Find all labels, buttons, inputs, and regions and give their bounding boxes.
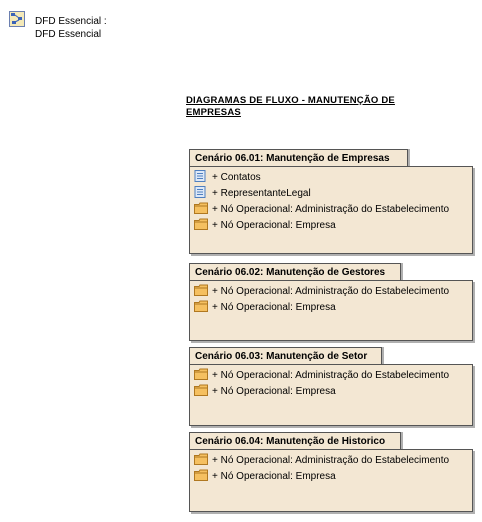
folder-icon	[194, 300, 208, 312]
list-item-label: + Nó Operacional: Administração do Estab…	[212, 370, 450, 381]
package-body: + Nó Operacional: Administração do Estab…	[189, 364, 473, 426]
package-tab: Cenário 06.03: Manutenção de Setor	[189, 347, 382, 365]
folder-icon	[194, 368, 208, 380]
list-item[interactable]: + Nó Operacional: Empresa	[190, 469, 472, 485]
folder-icon	[194, 469, 208, 481]
list-item[interactable]: + Nó Operacional: Empresa	[190, 384, 472, 400]
list-item-label: + Nó Operacional: Empresa	[212, 220, 336, 231]
list-item-label: + Nó Operacional: Administração do Estab…	[212, 204, 450, 215]
package-body: + Contatos + RepresentanteLegal + Nó Ope…	[189, 166, 473, 254]
list-item-label: + Nó Operacional: Administração do Estab…	[212, 455, 450, 466]
list-item-label: + Nó Operacional: Empresa	[212, 386, 336, 397]
package-body: + Nó Operacional: Administração do Estab…	[189, 280, 473, 341]
list-item[interactable]: + RepresentanteLegal	[190, 186, 472, 202]
root-diagram-label-line2: DFD Essencial	[35, 29, 102, 40]
list-item-label: + RepresentanteLegal	[212, 188, 311, 199]
folder-icon	[194, 218, 208, 230]
folder-icon	[194, 384, 208, 396]
root-diagram-label-line1: DFD Essencial :	[35, 16, 107, 27]
data-store-icon	[194, 186, 208, 198]
root-diagram-label[interactable]: DFD Essencial : DFD Essencial	[35, 15, 107, 41]
diagram-title: DIAGRAMAS DE FLUXO - MANUTENÇÃO DE EMPRE…	[186, 95, 395, 118]
folder-icon	[194, 284, 208, 296]
folder-icon	[194, 202, 208, 214]
folder-icon	[194, 453, 208, 465]
data-store-icon	[194, 170, 208, 182]
list-item-label: + Contatos	[212, 172, 261, 183]
package-tab: Cenário 06.01: Manutenção de Empresas	[189, 149, 408, 167]
list-item[interactable]: + Nó Operacional: Administração do Estab…	[190, 368, 472, 384]
list-item-label: + Nó Operacional: Empresa	[212, 302, 336, 313]
package-tab: Cenário 06.02: Manutenção de Gestores	[189, 263, 401, 281]
package-tab: Cenário 06.04: Manutenção de Historico	[189, 432, 401, 450]
list-item[interactable]: + Nó Operacional: Administração do Estab…	[190, 453, 472, 469]
list-item-label: + Nó Operacional: Empresa	[212, 471, 336, 482]
list-item[interactable]: + Nó Operacional: Empresa	[190, 300, 472, 316]
package-body: + Nó Operacional: Administração do Estab…	[189, 449, 473, 512]
list-item[interactable]: + Nó Operacional: Empresa	[190, 218, 472, 234]
list-item-label: + Nó Operacional: Administração do Estab…	[212, 286, 450, 297]
list-item[interactable]: + Contatos	[190, 170, 472, 186]
list-item[interactable]: + Nó Operacional: Administração do Estab…	[190, 284, 472, 300]
dfd-diagram-icon[interactable]	[9, 11, 25, 27]
list-item[interactable]: + Nó Operacional: Administração do Estab…	[190, 202, 472, 218]
